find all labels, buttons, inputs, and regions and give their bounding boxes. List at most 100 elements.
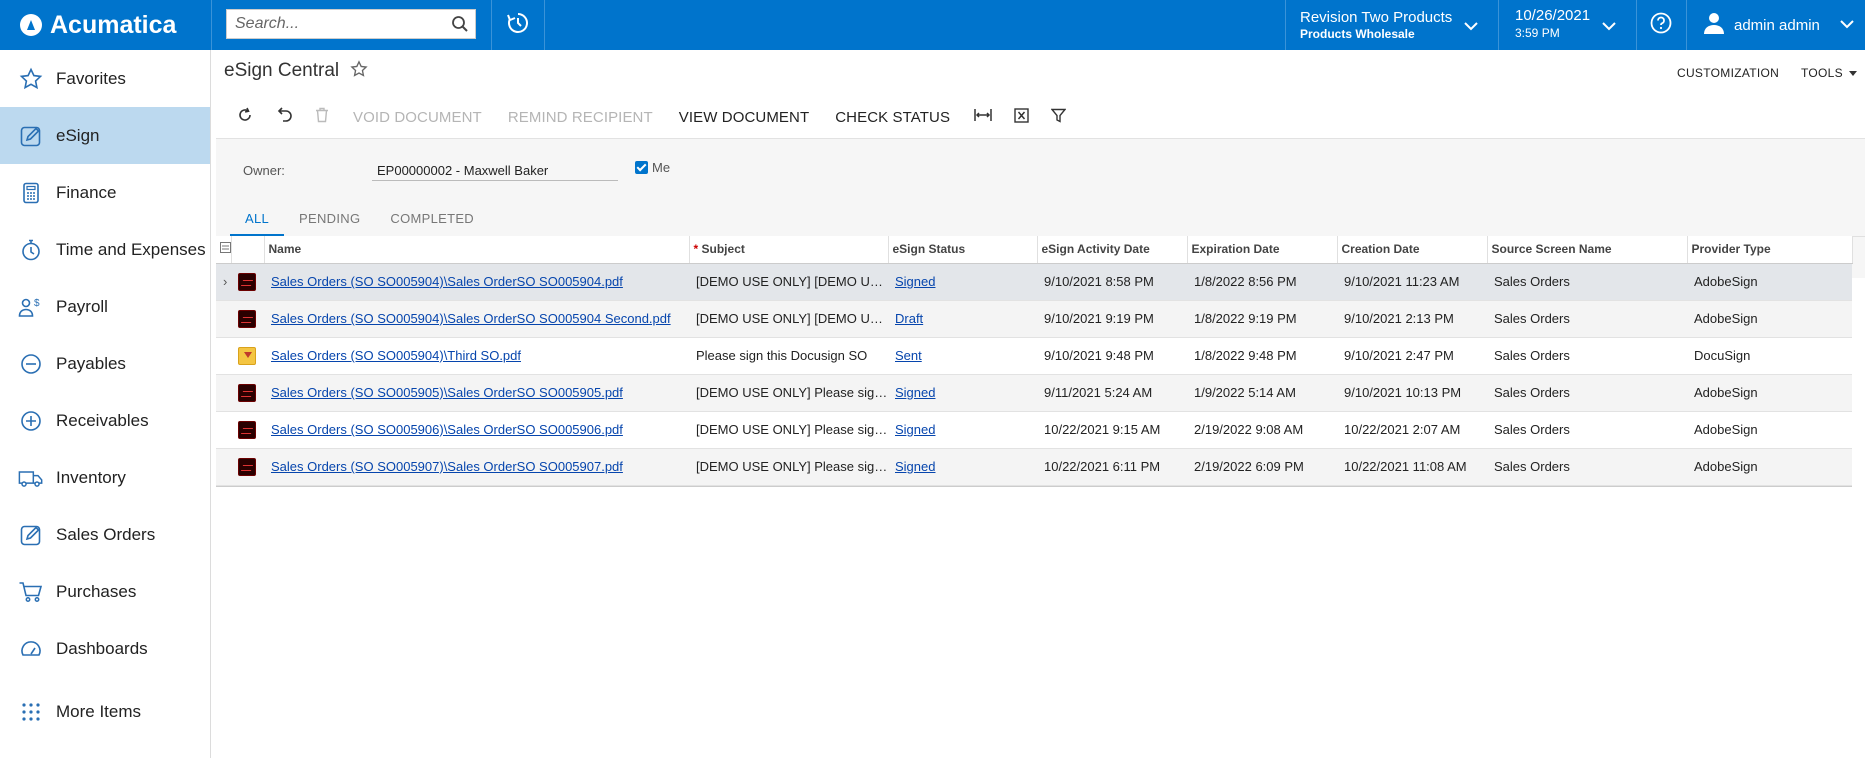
sidebar-item-favorites[interactable]: Favorites (0, 50, 210, 107)
document-name-link[interactable]: Sales Orders (SO SO005906)\Sales OrderSO… (271, 422, 623, 437)
esign-status-cell[interactable]: Draft (888, 300, 1037, 338)
sidebar-item-label: Payroll (56, 296, 108, 316)
sidebar-more-items[interactable]: More Items (0, 687, 211, 737)
refresh-button[interactable] (226, 102, 264, 132)
add-to-favorites-star-icon[interactable] (350, 60, 368, 83)
sidebar-item-time-and-expenses[interactable]: Time and Expenses (0, 221, 210, 278)
people-dollar-icon: $ (18, 294, 44, 320)
sidebar-item-payables[interactable]: Payables (0, 335, 210, 392)
name-cell[interactable]: Sales Orders (SO SO005906)\Sales OrderSO… (264, 411, 689, 449)
esign-status-cell[interactable]: Signed (888, 448, 1037, 486)
creation-date-cell: 10/22/2021 11:08 AM (1337, 448, 1487, 486)
row-selector[interactable] (216, 411, 231, 449)
sidebar-item-finance[interactable]: Finance (0, 164, 210, 221)
esign-status-link[interactable]: Signed (895, 459, 935, 474)
tab-all[interactable]: ALL (230, 202, 285, 236)
filter-button[interactable] (1040, 102, 1077, 132)
table-row[interactable]: Sales Orders (SO SO005905)\Sales OrderSO… (216, 374, 1852, 412)
tab-bar: ALL PENDING COMPLETED (230, 202, 489, 236)
table-row[interactable]: › Sales Orders (SO SO005904)\Sales OrderS… (216, 263, 1852, 301)
business-date-selector[interactable]: 10/26/2021 3:59 PM (1498, 0, 1636, 50)
row-selector[interactable] (216, 300, 231, 338)
cart-icon (18, 579, 44, 605)
subject-cell: [DEMO USE ONLY] [DEMO USE ONLY] Please s… (689, 300, 888, 338)
tab-pending[interactable]: PENDING (284, 202, 375, 236)
subject-cell: Please sign this Docusign SO (689, 337, 888, 375)
row-selector[interactable] (216, 448, 231, 486)
esign-status-cell[interactable]: Sent (888, 337, 1037, 375)
esign-status-link[interactable]: Signed (895, 422, 935, 437)
esign-status-cell[interactable]: Signed (888, 374, 1037, 412)
document-name-link[interactable]: Sales Orders (SO SO005904)\Sales OrderSO… (271, 311, 671, 326)
table-row[interactable]: Sales Orders (SO SO005907)\Sales OrderSO… (216, 448, 1852, 486)
document-name-link[interactable]: Sales Orders (SO SO005904)\Third SO.pdf (271, 348, 521, 363)
name-cell[interactable]: Sales Orders (SO SO005904)\Sales OrderSO… (264, 300, 689, 338)
undo-button[interactable] (264, 102, 304, 132)
document-name-link[interactable]: Sales Orders (SO SO005907)\Sales OrderSO… (271, 459, 623, 474)
sidebar-item-sales-orders[interactable]: Sales Orders (0, 506, 210, 563)
sidebar-item-receivables[interactable]: Receivables (0, 392, 210, 449)
column-header-esign-activity-date[interactable]: eSign Activity Date (1037, 236, 1188, 264)
sidebar-item-inventory[interactable]: Inventory (0, 449, 210, 506)
column-header-esign-status[interactable]: eSign Status (888, 236, 1038, 264)
row-selector-header[interactable] (216, 236, 232, 264)
check-status-button[interactable]: CHECK STATUS (822, 102, 963, 132)
table-row[interactable]: Sales Orders (SO SO005904)\Third SO.pdf P… (216, 337, 1852, 375)
document-name-link[interactable]: Sales Orders (SO SO005905)\Sales OrderSO… (271, 385, 623, 400)
search-icon[interactable] (451, 15, 469, 38)
esign-status-cell[interactable]: Signed (888, 263, 1037, 301)
table-row[interactable]: Sales Orders (SO SO005906)\Sales OrderSO… (216, 411, 1852, 449)
expiration-date-cell: 1/8/2022 9:19 PM (1187, 300, 1337, 338)
sidebar-item-dashboards[interactable]: Dashboards (0, 620, 210, 677)
recent-history-button[interactable] (492, 0, 544, 50)
creation-date-cell: 9/10/2021 10:13 PM (1337, 374, 1487, 412)
remind-recipient-button[interactable]: REMIND RECIPIENT (495, 102, 666, 132)
acumatica-logo[interactable]: Acumatica (20, 10, 176, 40)
search-input[interactable] (227, 10, 437, 38)
branch-selector[interactable]: Revision Two Products Products Wholesale (1285, 0, 1498, 50)
view-document-button[interactable]: VIEW DOCUMENT (666, 102, 822, 132)
column-header-creation-date[interactable]: Creation Date (1337, 236, 1488, 264)
column-header-expiration-date[interactable]: Expiration Date (1187, 236, 1338, 264)
grid-header-row: Name * Subject eSign Status eSign Activi… (216, 236, 1853, 264)
sidebar-item-esign[interactable]: eSign (0, 107, 210, 164)
name-cell[interactable]: Sales Orders (SO SO005904)\Sales OrderSO… (264, 263, 689, 301)
tab-completed[interactable]: COMPLETED (375, 202, 489, 236)
sidebar-item-purchases[interactable]: Purchases (0, 563, 210, 620)
column-header-source-screen-name[interactable]: Source Screen Name (1487, 236, 1688, 264)
table-row[interactable]: Sales Orders (SO SO005904)\Sales OrderSO… (216, 300, 1852, 338)
void-document-button[interactable]: VOID DOCUMENT (340, 102, 495, 132)
fit-columns-button[interactable] (963, 102, 1003, 132)
row-selector[interactable] (216, 337, 231, 375)
owner-field[interactable]: EP00000002 - Maxwell Baker (372, 158, 618, 181)
esign-status-link[interactable]: Signed (895, 385, 935, 400)
delete-button[interactable] (304, 102, 340, 132)
esign-status-link[interactable]: Draft (895, 311, 923, 326)
export-excel-button[interactable] (1003, 102, 1040, 132)
pdf-file-icon (238, 309, 256, 328)
esign-status-link[interactable]: Signed (895, 274, 935, 289)
customization-menu[interactable]: CUSTOMIZATION (1677, 66, 1779, 80)
user-menu[interactable]: admin admin (1686, 0, 1865, 50)
column-header-provider-type[interactable]: Provider Type (1687, 236, 1853, 264)
search-box[interactable] (226, 9, 476, 39)
current-row-chevron-icon: › (223, 274, 228, 289)
help-button[interactable] (1636, 0, 1686, 50)
me-checkbox[interactable] (635, 161, 648, 174)
esign-status-cell[interactable]: Signed (888, 411, 1037, 449)
name-cell[interactable]: Sales Orders (SO SO005905)\Sales OrderSO… (264, 374, 689, 412)
row-selector[interactable]: › (216, 263, 231, 301)
name-cell[interactable]: Sales Orders (SO SO005907)\Sales OrderSO… (264, 448, 689, 486)
owner-label: Owner: (243, 163, 285, 178)
tools-menu[interactable]: TOOLS (1801, 66, 1857, 80)
download-file-icon (238, 346, 256, 365)
column-header-subject[interactable]: * Subject (689, 236, 889, 264)
column-header-name[interactable]: Name (264, 236, 690, 264)
pdf-file-icon (238, 420, 256, 439)
provider-type-cell: AdobeSign (1687, 263, 1852, 301)
name-cell[interactable]: Sales Orders (SO SO005904)\Third SO.pdf (264, 337, 689, 375)
document-name-link[interactable]: Sales Orders (SO SO005904)\Sales OrderSO… (271, 274, 623, 289)
esign-status-link[interactable]: Sent (895, 348, 922, 363)
row-selector[interactable] (216, 374, 231, 412)
sidebar-item-payroll[interactable]: $ Payroll (0, 278, 210, 335)
